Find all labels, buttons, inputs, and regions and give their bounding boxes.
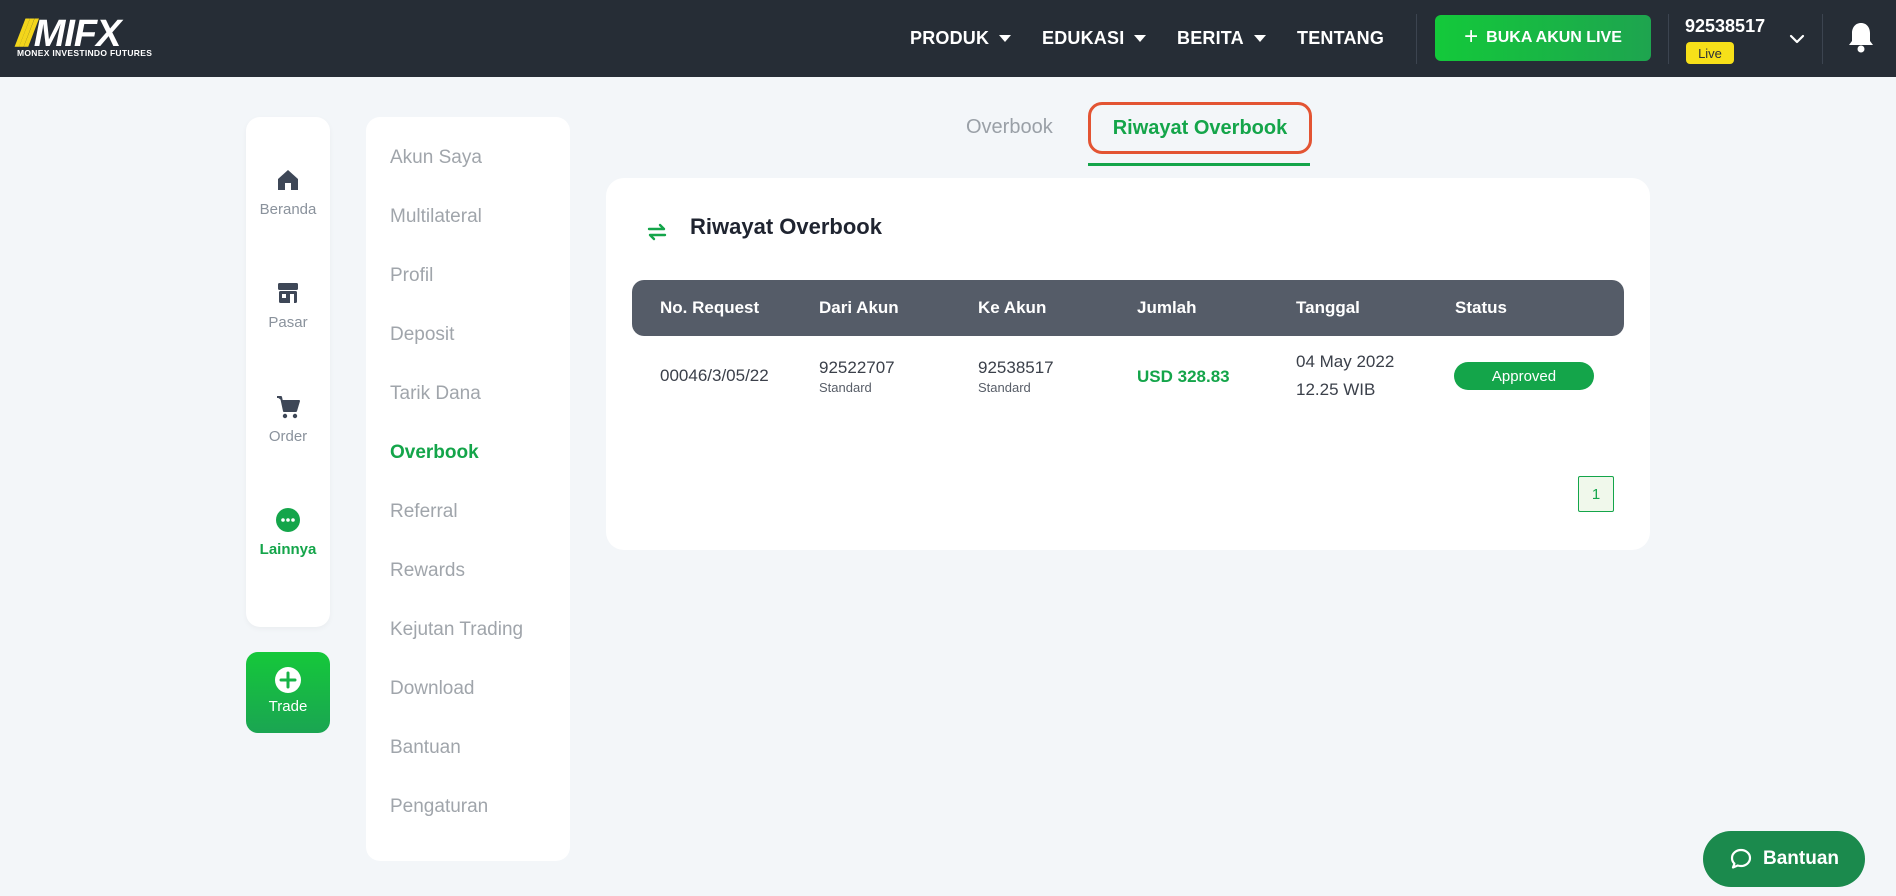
menu-item-overbook[interactable]: Overbook — [390, 442, 479, 464]
active-tab-underline — [1088, 163, 1310, 166]
nav-berita[interactable]: BERITA — [1177, 0, 1266, 77]
menu-item-rewards[interactable]: Rewards — [390, 560, 465, 582]
chevron-down-icon[interactable] — [1786, 28, 1808, 50]
card-title: Riwayat Overbook — [690, 214, 882, 239]
more-icon — [276, 508, 300, 532]
overbook-history-card: Riwayat Overbook No. Request Dari Akun K… — [606, 178, 1650, 550]
account-type-badge: Live — [1686, 42, 1734, 64]
column-header: Dari Akun — [819, 298, 899, 317]
menu-item-profil[interactable]: Profil — [390, 265, 433, 287]
header-divider — [1416, 14, 1417, 64]
column-header: Ke Akun — [978, 298, 1047, 317]
menu-item-tarik-dana[interactable]: Tarik Dana — [390, 383, 481, 405]
column-header: Status — [1455, 298, 1507, 317]
header-divider — [1668, 14, 1669, 64]
rail-item-lainnya[interactable]: Lainnya — [246, 507, 330, 558]
status-badge: Approved — [1454, 362, 1594, 390]
from-account-type: Standard — [819, 380, 872, 395]
plus-icon: + — [1464, 22, 1479, 50]
caret-down-icon — [1134, 35, 1147, 42]
trade-button[interactable]: Trade — [246, 652, 330, 733]
rail-item-order[interactable]: Order — [246, 394, 330, 445]
menu-item-pengaturan[interactable]: Pengaturan — [390, 796, 488, 818]
caret-down-icon — [1253, 35, 1266, 42]
table-header: No. Request Dari Akun Ke Akun Jumlah Tan… — [632, 280, 1624, 336]
menu-item-referral[interactable]: Referral — [390, 501, 458, 523]
column-header: Jumlah — [1137, 298, 1197, 317]
to-account-type: Standard — [978, 380, 1031, 395]
help-chat-button[interactable]: Bantuan — [1703, 831, 1865, 887]
open-live-account-button[interactable]: + BUKA AKUN LIVE — [1435, 15, 1651, 61]
menu-item-download[interactable]: Download — [390, 678, 475, 700]
rail-item-beranda[interactable]: Beranda — [246, 167, 330, 218]
store-icon — [278, 283, 298, 303]
account-number[interactable]: 92538517 — [1685, 16, 1765, 37]
chat-bubble-icon — [1730, 848, 1752, 869]
nav-produk[interactable]: PRODUK — [910, 0, 1012, 77]
menu-item-multilateral[interactable]: Multilateral — [390, 206, 482, 228]
column-header: Tanggal — [1296, 298, 1360, 317]
tab-overbook[interactable]: Overbook — [966, 116, 1053, 139]
to-account: 92538517 Standard — [978, 358, 1054, 395]
menu-item-deposit[interactable]: Deposit — [390, 324, 454, 346]
header-divider — [1822, 14, 1823, 64]
from-account: 92522707 Standard — [819, 358, 895, 395]
amount: USD 328.83 — [1137, 367, 1230, 386]
caret-down-icon — [999, 35, 1012, 42]
transfer-arrows-icon — [647, 223, 667, 241]
nav-edukasi[interactable]: EDUKASI — [1042, 0, 1147, 77]
tab-riwayat-overbook[interactable]: Riwayat Overbook — [1088, 102, 1312, 154]
top-navbar: ///MIFX MONEX INVESTINDO FUTURES PRODUK … — [0, 0, 1896, 77]
home-icon — [278, 170, 298, 190]
transaction-time: 12.25 WIB — [1296, 380, 1376, 399]
column-header: No. Request — [660, 298, 760, 317]
logo-subtitle: MONEX INVESTINDO FUTURES — [17, 48, 153, 58]
icon-rail: Beranda Pasar Order Lainnya — [246, 117, 330, 627]
bell-icon[interactable] — [1846, 20, 1876, 54]
plus-circle-icon — [275, 667, 301, 693]
rail-item-pasar[interactable]: Pasar — [246, 280, 330, 331]
account-side-menu: Akun Saya Multilateral Profil Deposit Ta… — [366, 117, 570, 861]
transaction-date: 04 May 2022 — [1296, 352, 1395, 371]
pagination-page-button[interactable]: 1 — [1578, 476, 1614, 512]
menu-item-kejutan-trading[interactable]: Kejutan Trading — [390, 619, 523, 641]
cart-icon — [277, 396, 300, 419]
menu-item-akun-saya[interactable]: Akun Saya — [390, 147, 482, 169]
request-number: 00046/3/05/22 — [660, 366, 769, 385]
nav-tentang[interactable]: TENTANG — [1297, 0, 1384, 77]
menu-item-bantuan[interactable]: Bantuan — [390, 737, 461, 759]
mifx-logo[interactable]: ///MIFX MONEX INVESTINDO FUTURES — [16, 14, 176, 60]
